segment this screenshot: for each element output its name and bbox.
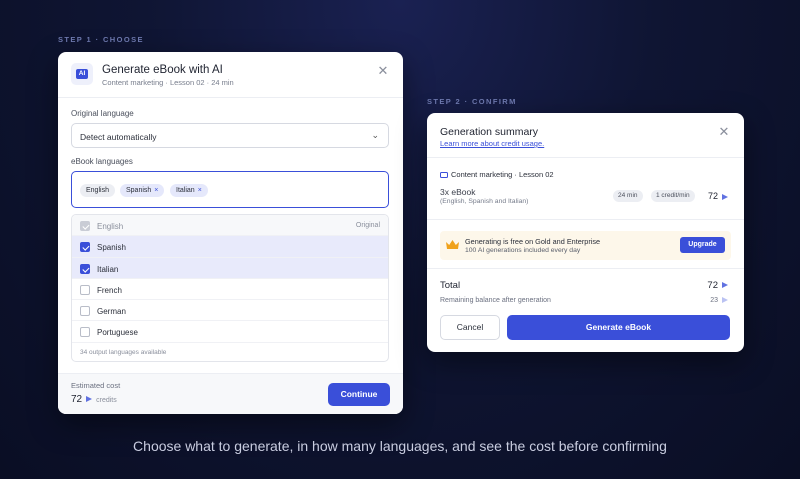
credit-icon: [722, 193, 728, 200]
language-tag-english: English: [80, 184, 115, 197]
upgrade-promo: Generating is free on Gold and Enterpris…: [440, 231, 731, 260]
languages-available-note: 34 output languages available: [80, 349, 167, 356]
checkbox[interactable]: [80, 284, 90, 295]
language-option-english: English Original: [72, 215, 388, 237]
crown-icon: [446, 240, 459, 249]
rate-pill: 1 credit/min: [651, 190, 695, 202]
continue-button[interactable]: Continue: [328, 383, 390, 406]
ebook-languages-label: eBook languages: [71, 157, 133, 166]
language-tag-spanish: Spanish ×: [120, 184, 165, 197]
option-label: English: [97, 222, 124, 231]
ai-badge-label: AI: [76, 69, 88, 79]
lesson-row: Content marketing · Lesson 02: [440, 170, 554, 179]
generation-summary-dialog: Generation summary Learn more about cred…: [427, 113, 744, 352]
checkbox[interactable]: [80, 306, 90, 317]
credit-icon: [722, 297, 728, 304]
divider: [427, 268, 744, 269]
credits-label: credits: [96, 397, 117, 404]
checkbox[interactable]: [80, 242, 90, 253]
original-language-value: Detect automatically: [80, 132, 157, 142]
option-label: French: [97, 285, 122, 295]
credit-icon: [722, 282, 728, 289]
close-icon[interactable]: ✕: [376, 64, 390, 78]
total-label: Total: [440, 280, 461, 291]
credit-icon: [86, 396, 93, 403]
dialog-header: AI Generate eBook with AI Content market…: [58, 52, 403, 98]
generate-ebook-dialog: AI Generate eBook with AI Content market…: [58, 52, 403, 414]
dialog-subtitle: Content marketing · Lesson 02 · 24 min: [102, 78, 234, 87]
original-language-label: Original language: [71, 109, 134, 118]
step-1-label: STEP 1 · CHOOSE: [58, 35, 144, 44]
promo-subtitle: 100 AI generations included every day: [465, 247, 581, 254]
language-tag-italian: Italian ×: [170, 184, 208, 197]
generate-ebook-button[interactable]: Generate eBook: [507, 315, 730, 340]
dialog-footer: Estimated cost 72 credits Continue: [58, 373, 403, 414]
tag-label: Spanish: [126, 187, 152, 194]
total-value: 72: [707, 280, 730, 291]
caption: Choose what to generate, in how many lan…: [133, 438, 667, 454]
language-option-spanish[interactable]: Spanish: [72, 236, 388, 258]
remove-tag-icon[interactable]: ×: [154, 187, 158, 194]
lesson-label: Content marketing · Lesson 02: [451, 170, 554, 179]
language-dropdown: English Original Spanish Italian French …: [71, 214, 389, 362]
chevron-down-icon: ⌄: [371, 130, 379, 140]
ebook-count: 3x eBook: [440, 187, 476, 197]
original-language-select[interactable]: Detect automatically ⌄: [71, 123, 389, 148]
ebook-cost: 72: [708, 191, 730, 201]
promo-title: Generating is free on Gold and Enterpris…: [465, 237, 601, 246]
option-label: German: [97, 307, 126, 317]
close-icon[interactable]: ✕: [717, 125, 731, 139]
option-label: Italian: [97, 264, 119, 274]
checkbox: [80, 221, 90, 231]
language-option-italian[interactable]: Italian: [72, 257, 388, 279]
remove-tag-icon[interactable]: ×: [198, 187, 202, 194]
language-option-french[interactable]: French: [72, 279, 388, 301]
credit-usage-link[interactable]: Learn more about credit usage.: [440, 139, 544, 148]
duration-pill: 24 min: [613, 190, 643, 202]
estimated-cost: 72 credits: [71, 394, 117, 405]
video-icon: [440, 172, 448, 178]
total-amount: 72: [707, 280, 718, 291]
remaining-balance-label: Remaining balance after generation: [440, 297, 551, 304]
dialog-title: Generation summary: [440, 126, 539, 138]
estimated-cost-value: 72: [71, 394, 83, 405]
checkbox[interactable]: [80, 263, 90, 274]
ai-icon: AI: [71, 63, 93, 85]
dialog-title: Generate eBook with AI: [102, 64, 223, 76]
option-label: Portuguese: [97, 328, 138, 338]
divider: [427, 219, 744, 220]
checkbox[interactable]: [80, 327, 90, 338]
estimated-cost-label: Estimated cost: [71, 381, 121, 390]
ebook-languages-input[interactable]: English Spanish × Italian ×: [71, 171, 389, 208]
language-option-portuguese[interactable]: Portuguese: [72, 321, 388, 343]
ebook-languages: (English, Spanish and Italian): [440, 198, 529, 205]
option-label: Spanish: [97, 243, 126, 253]
original-note: Original: [355, 222, 380, 229]
tag-label: English: [86, 187, 109, 194]
upgrade-button[interactable]: Upgrade: [680, 237, 725, 253]
language-option-german[interactable]: German: [72, 300, 388, 322]
remaining-amount: 23: [710, 297, 718, 304]
ebook-cost-value: 72: [707, 191, 718, 201]
divider: [427, 157, 744, 158]
step-2-label: STEP 2 · CONFIRM: [427, 97, 517, 106]
remaining-balance-value: 23: [710, 297, 730, 304]
cancel-button[interactable]: Cancel: [440, 315, 500, 340]
tag-label: Italian: [176, 187, 195, 194]
